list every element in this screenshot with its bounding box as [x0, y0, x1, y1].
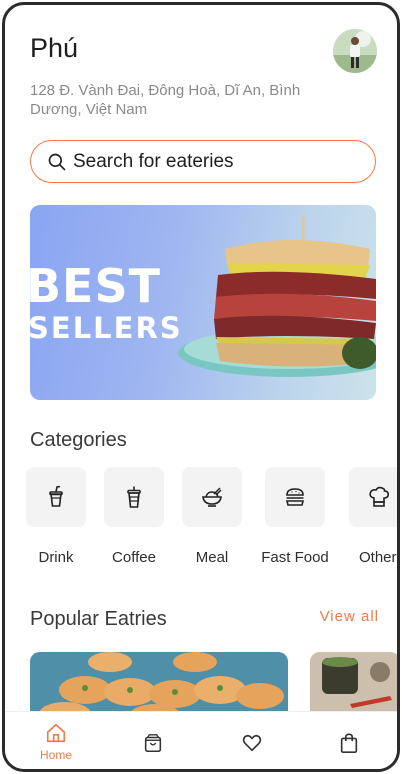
nav-home[interactable]: Home — [36, 722, 76, 762]
bottom-navigation: Home — [5, 711, 397, 769]
avatar-photo — [333, 29, 377, 73]
category-other[interactable] — [349, 467, 397, 527]
category-label: Meal — [195, 549, 229, 566]
drink-icon — [49, 485, 63, 507]
avatar[interactable] — [333, 29, 377, 73]
popular-eateries-title: Popular Eatries — [30, 608, 167, 630]
best-sellers-banner[interactable]: BEST SELLERS — [30, 205, 376, 400]
delivery-address[interactable]: 128 Đ. Vành Đai, Đông Hoà, Dĩ An, Bình D… — [30, 81, 330, 119]
nav-orders[interactable] — [133, 732, 173, 754]
nav-favorites[interactable] — [232, 732, 272, 754]
eatery-card[interactable] — [310, 652, 397, 720]
category-label: Other — [359, 549, 397, 566]
category-label: Drink — [38, 549, 74, 566]
category-meal[interactable] — [182, 467, 242, 527]
search-placeholder: Search for eateries — [73, 150, 234, 172]
meal-icon — [202, 487, 222, 507]
burger-icon — [285, 488, 305, 506]
search-bar[interactable]: Search for eateries — [30, 140, 376, 183]
categories-title: Categories — [30, 429, 127, 451]
category-fast-food[interactable] — [265, 467, 325, 527]
search-icon — [48, 153, 66, 170]
shopping-bag-icon — [144, 734, 162, 753]
home-icon — [46, 723, 66, 743]
category-label: Fast Food — [261, 549, 329, 566]
nav-cart[interactable] — [329, 732, 369, 754]
eatery-photo — [310, 652, 397, 720]
bag-icon — [340, 733, 358, 753]
sandwich-image — [178, 215, 376, 377]
category-drink[interactable] — [26, 467, 86, 527]
view-all-link[interactable]: View all — [320, 608, 379, 625]
coffee-icon — [127, 486, 141, 508]
eatery-card[interactable] — [30, 652, 288, 720]
category-label: Coffee — [112, 549, 156, 566]
eatery-photo — [30, 652, 288, 720]
heart-icon — [242, 734, 262, 752]
app-screen: Phú 128 Đ. Vành Đai, Đông Hoà, Dĩ An, Bì… — [2, 2, 400, 772]
category-coffee[interactable] — [104, 467, 164, 527]
user-name: Phú — [30, 33, 79, 63]
nav-home-label: Home — [39, 748, 72, 762]
chef-hat-icon — [369, 486, 389, 507]
